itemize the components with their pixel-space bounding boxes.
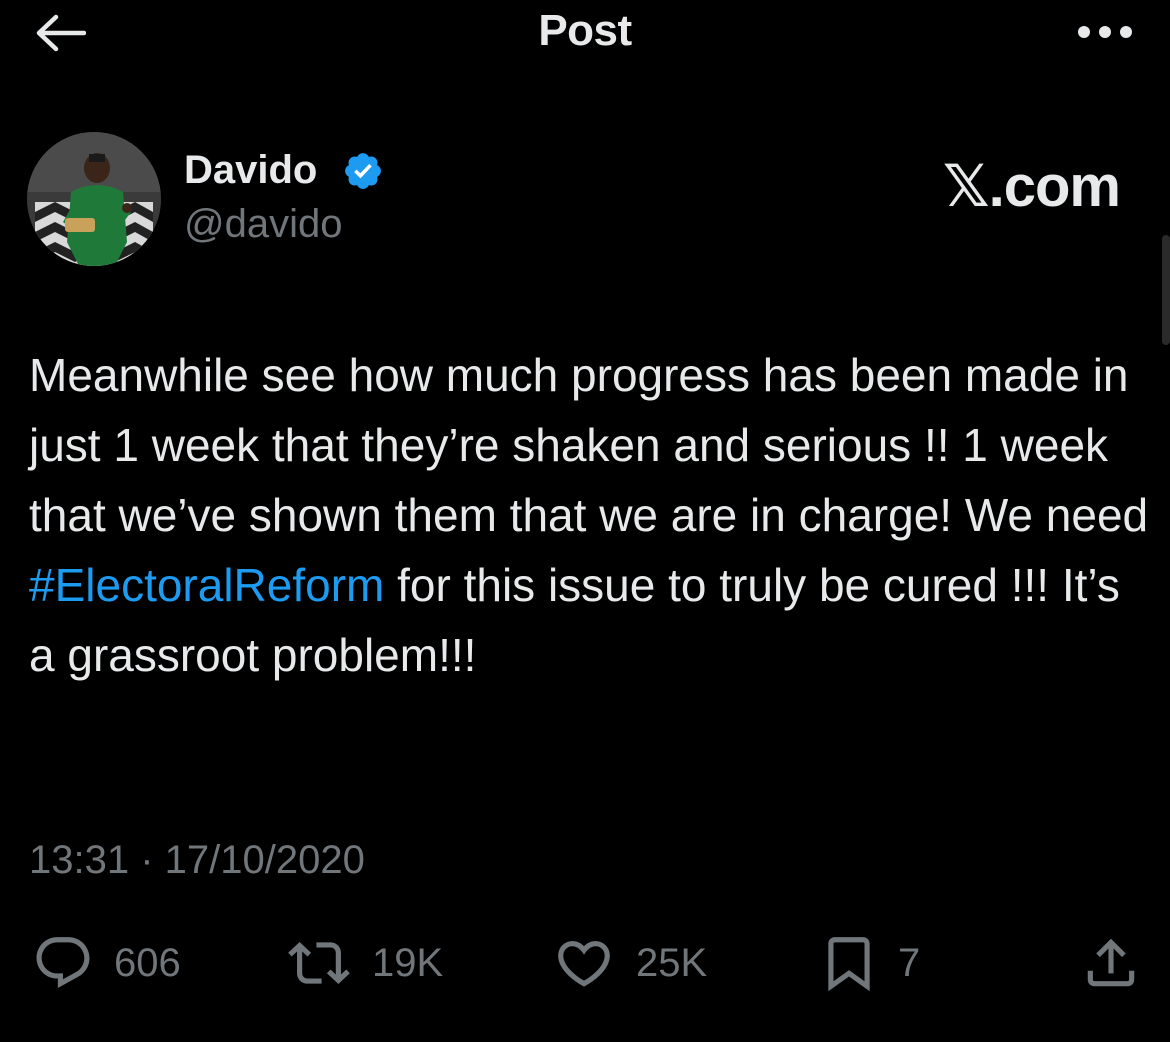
post-timestamp[interactable]: 13:31 · 17/10/2020	[29, 838, 365, 883]
like-button[interactable]: 25K	[550, 930, 707, 996]
scrollbar[interactable]	[1162, 235, 1170, 345]
reply-button[interactable]: 606	[30, 930, 181, 996]
repost-icon	[288, 942, 350, 984]
repost-count: 19K	[372, 940, 444, 985]
more-options-button[interactable]	[1070, 10, 1140, 54]
bookmark-count: 7	[898, 940, 921, 985]
avatar-photo	[27, 132, 161, 266]
verified-badge-icon	[345, 153, 381, 189]
user-handle[interactable]: @davido	[184, 202, 342, 247]
action-bar: 606 19K 25K 7	[0, 930, 1170, 1000]
tweet-text: Meanwhile see how much progress has been…	[29, 340, 1149, 690]
reply-count: 606	[114, 940, 181, 985]
like-count: 25K	[636, 940, 708, 985]
avatar[interactable]	[27, 132, 161, 266]
hashtag-link[interactable]: #ElectoralReform	[29, 559, 384, 611]
tweet-text-part: Meanwhile see how much progress has been…	[29, 349, 1161, 541]
top-bar: Post	[0, 0, 1170, 70]
more-horizontal-icon	[1078, 26, 1132, 38]
heart-icon	[558, 941, 610, 987]
display-name[interactable]: Davido	[184, 148, 317, 193]
reply-icon	[36, 937, 90, 989]
repost-button[interactable]: 19K	[284, 930, 443, 996]
x-com-watermark: 𝕏.com	[942, 154, 1121, 219]
share-icon	[1087, 938, 1135, 987]
bookmark-icon	[828, 937, 870, 992]
bookmark-button[interactable]: 7	[818, 930, 920, 996]
share-button[interactable]	[1080, 930, 1142, 996]
page-title: Post	[538, 6, 632, 55]
